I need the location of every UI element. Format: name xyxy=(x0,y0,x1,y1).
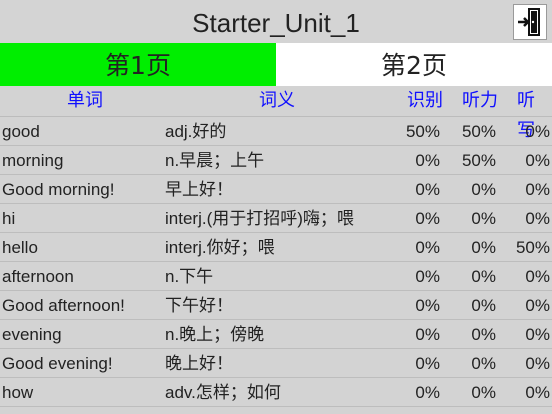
table-row[interactable]: Good evening! 晚上好！ 0% 0% 0% xyxy=(0,349,552,378)
dictation-cell: 0% xyxy=(525,209,550,228)
dictation-cell: 0% xyxy=(525,296,550,315)
recognize-cell: 0% xyxy=(415,238,440,257)
page-tabs: 第1页 第2页 xyxy=(0,43,552,86)
exit-door-icon xyxy=(518,8,540,36)
meaning-cell: 下午好！ xyxy=(165,296,233,315)
listening-cell: 50% xyxy=(461,151,496,170)
tab-page-1[interactable]: 第1页 xyxy=(0,43,276,86)
recognize-cell: 0% xyxy=(415,180,440,199)
exit-button[interactable] xyxy=(513,4,547,40)
recognize-cell: 0% xyxy=(415,383,440,402)
word-cell: Good morning! xyxy=(2,180,115,199)
recognize-cell: 0% xyxy=(415,354,440,373)
table-row[interactable]: hi interj.(用于打招呼)嗨；喂 0% 0% 0% xyxy=(0,204,552,233)
listening-cell: 0% xyxy=(471,180,496,199)
dictation-cell: 0% xyxy=(525,325,550,344)
meaning-cell: 晚上好！ xyxy=(165,354,233,373)
dictation-cell: 0% xyxy=(525,151,550,170)
dictation-cell: 0% xyxy=(525,180,550,199)
dictation-cell: 50% xyxy=(515,238,550,257)
word-cell: morning xyxy=(2,151,64,170)
word-list: good adj.好的 50% 50% 0% morning n.早晨；上午 0… xyxy=(0,117,552,407)
listening-cell: 0% xyxy=(471,325,496,344)
dictation-cell: 0% xyxy=(525,383,550,402)
listening-cell: 0% xyxy=(471,209,496,228)
listening-cell: 0% xyxy=(471,354,496,373)
dictation-cell: 0% xyxy=(525,354,550,373)
table-row[interactable]: Good morning! 早上好！ 0% 0% 0% xyxy=(0,175,552,204)
word-cell: evening xyxy=(2,325,62,344)
recognize-cell: 0% xyxy=(415,209,440,228)
unit-title: Starter_Unit_1 xyxy=(192,8,360,38)
word-cell: Good afternoon! xyxy=(2,296,125,315)
recognize-cell: 0% xyxy=(415,296,440,315)
column-header-recognize: 识别 xyxy=(407,90,443,111)
listening-cell: 0% xyxy=(471,383,496,402)
word-cell: Good evening! xyxy=(2,354,113,373)
table-row[interactable]: evening n.晚上；傍晚 0% 0% 0% xyxy=(0,320,552,349)
word-cell: afternoon xyxy=(2,267,74,286)
table-header: 单词 词义 识别 听力 听写 xyxy=(0,86,552,141)
dictation-cell: 0% xyxy=(525,122,550,141)
recognize-cell: 50% xyxy=(405,122,440,141)
dictation-cell: 0% xyxy=(525,267,550,286)
tab-page-2[interactable]: 第2页 xyxy=(276,43,552,86)
column-header-listening: 听力 xyxy=(462,90,498,111)
word-cell: hi xyxy=(2,209,16,228)
column-header-word: 单词 xyxy=(67,90,103,111)
table-row[interactable]: good adj.好的 50% 50% 0% xyxy=(0,117,552,146)
listening-cell: 50% xyxy=(461,122,496,141)
table-row[interactable]: Good afternoon! 下午好！ 0% 0% 0% xyxy=(0,291,552,320)
word-cell: good xyxy=(2,122,40,141)
meaning-cell: interj.(用于打招呼)嗨；喂 xyxy=(165,209,354,228)
title-bar: Starter_Unit_1 xyxy=(0,0,552,44)
recognize-cell: 0% xyxy=(415,325,440,344)
listening-cell: 0% xyxy=(471,267,496,286)
listening-cell: 0% xyxy=(471,238,496,257)
meaning-cell: n.晚上；傍晚 xyxy=(165,325,265,344)
meaning-cell: n.下午 xyxy=(165,267,214,286)
word-cell: hello xyxy=(2,238,38,257)
column-header-meaning: 词义 xyxy=(259,90,295,111)
listening-cell: 0% xyxy=(471,296,496,315)
meaning-cell: 早上好！ xyxy=(165,180,233,199)
meaning-cell: adv.怎样；如何 xyxy=(165,383,281,402)
table-row[interactable]: morning n.早晨；上午 0% 50% 0% xyxy=(0,146,552,175)
recognize-cell: 0% xyxy=(415,151,440,170)
meaning-cell: adj.好的 xyxy=(165,122,227,141)
column-header-dictation: 听写 xyxy=(517,90,535,141)
meaning-cell: interj.你好；喂 xyxy=(165,238,275,257)
recognize-cell: 0% xyxy=(415,267,440,286)
table-row[interactable]: how adv.怎样；如何 0% 0% 0% xyxy=(0,378,552,407)
table-row[interactable]: afternoon n.下午 0% 0% 0% xyxy=(0,262,552,291)
meaning-cell: n.早晨；上午 xyxy=(165,151,265,170)
table-row[interactable]: hello interj.你好；喂 0% 0% 50% xyxy=(0,233,552,262)
word-cell: how xyxy=(2,383,34,402)
